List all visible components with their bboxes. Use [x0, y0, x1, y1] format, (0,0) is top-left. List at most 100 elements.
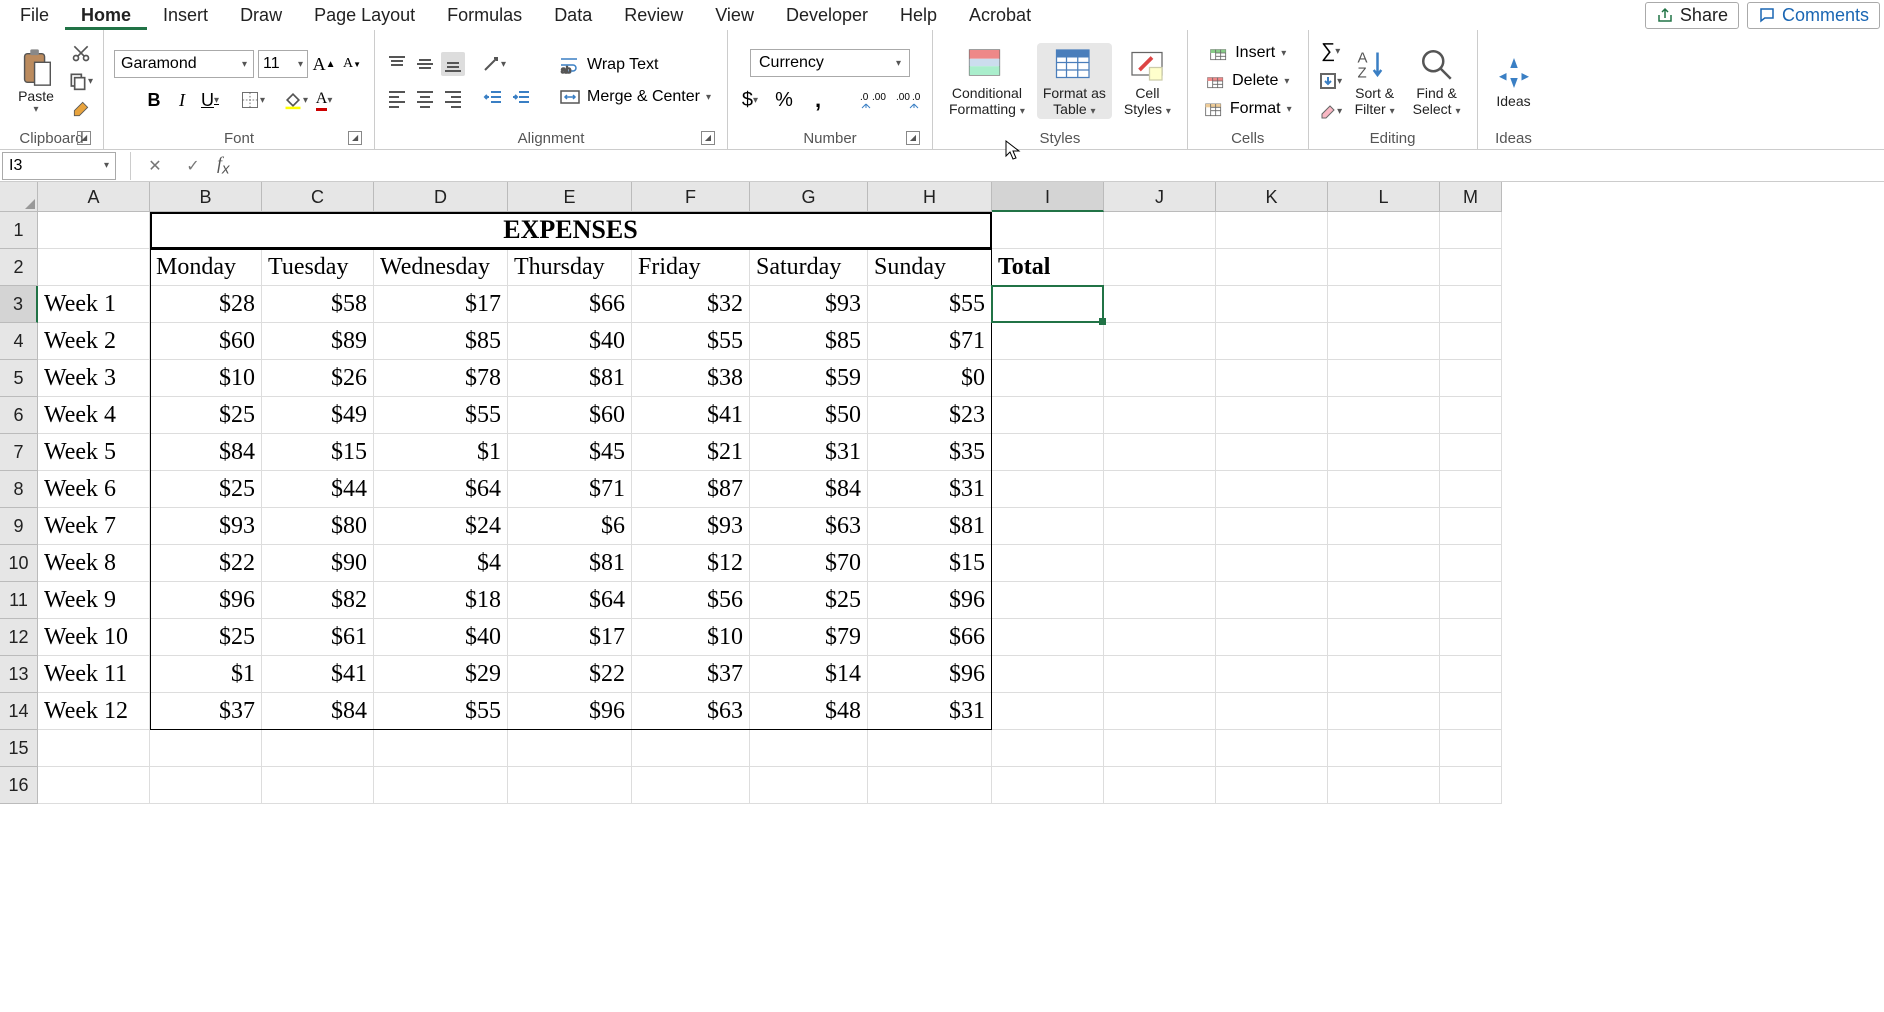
cell-E9[interactable]: $6	[508, 508, 632, 545]
cell-K3[interactable]	[1216, 286, 1328, 323]
menu-insert[interactable]: Insert	[147, 0, 224, 30]
name-box[interactable]: I3▾	[2, 152, 116, 180]
cell-L14[interactable]	[1328, 693, 1440, 730]
cell-M13[interactable]	[1440, 656, 1502, 693]
autosum-button[interactable]: ∑▾	[1319, 39, 1343, 63]
paste-button[interactable]: Paste ▾	[10, 46, 62, 117]
cell-F4[interactable]: $55	[632, 323, 750, 360]
col-header-I[interactable]: I	[992, 182, 1104, 212]
row-header-2[interactable]: 2	[0, 249, 38, 286]
cell-J16[interactable]	[1104, 767, 1216, 804]
menu-formulas[interactable]: Formulas	[431, 0, 538, 30]
cell-M8[interactable]	[1440, 471, 1502, 508]
cell-L12[interactable]	[1328, 619, 1440, 656]
cell-H11[interactable]: $96	[868, 582, 992, 619]
cell-M12[interactable]	[1440, 619, 1502, 656]
merge-center-button[interactable]: Merge & Center ▾	[553, 85, 717, 109]
cell-G11[interactable]: $25	[750, 582, 868, 619]
cell-E11[interactable]: $64	[508, 582, 632, 619]
cell-G10[interactable]: $70	[750, 545, 868, 582]
cell-A9[interactable]: Week 7	[38, 508, 150, 545]
cell-B8[interactable]: $25	[150, 471, 262, 508]
cell-A5[interactable]: Week 3	[38, 360, 150, 397]
cell-K13[interactable]	[1216, 656, 1328, 693]
cell-F13[interactable]: $37	[632, 656, 750, 693]
insert-cells-button[interactable]: Insert ▾	[1203, 42, 1292, 64]
cell-C13[interactable]: $41	[262, 656, 374, 693]
cell-L1[interactable]	[1328, 212, 1440, 249]
cell-E12[interactable]: $17	[508, 619, 632, 656]
cell-I11[interactable]	[992, 582, 1104, 619]
cell-I15[interactable]	[992, 730, 1104, 767]
wrap-text-button[interactable]: ab Wrap Text	[553, 53, 717, 77]
cell-K5[interactable]	[1216, 360, 1328, 397]
cell-C10[interactable]: $90	[262, 545, 374, 582]
cell-E4[interactable]: $40	[508, 323, 632, 360]
cell-A4[interactable]: Week 2	[38, 323, 150, 360]
row-header-3[interactable]: 3	[0, 286, 38, 323]
ideas-button[interactable]: Ideas	[1488, 51, 1540, 111]
cell-L3[interactable]	[1328, 286, 1440, 323]
align-left-button[interactable]	[385, 86, 409, 110]
cell-C2[interactable]: Tuesday	[262, 249, 374, 286]
cell-H9[interactable]: $81	[868, 508, 992, 545]
cell-K14[interactable]	[1216, 693, 1328, 730]
col-header-M[interactable]: M	[1440, 182, 1502, 212]
cell-I9[interactable]	[992, 508, 1104, 545]
cell-I16[interactable]	[992, 767, 1104, 804]
find-select-button[interactable]: Find & Select ▾	[1407, 43, 1467, 119]
cell-H16[interactable]	[868, 767, 992, 804]
cell-L9[interactable]	[1328, 508, 1440, 545]
cell-I8[interactable]	[992, 471, 1104, 508]
cell-I2[interactable]: Total	[992, 249, 1104, 286]
comma-format-button[interactable]: ,	[806, 87, 830, 113]
cell-G5[interactable]: $59	[750, 360, 868, 397]
cell-B13[interactable]: $1	[150, 656, 262, 693]
cell-L2[interactable]	[1328, 249, 1440, 286]
cell-B10[interactable]: $22	[150, 545, 262, 582]
cell-E14[interactable]: $96	[508, 693, 632, 730]
percent-format-button[interactable]: %	[772, 88, 796, 112]
cell-K2[interactable]	[1216, 249, 1328, 286]
cell-J3[interactable]	[1104, 286, 1216, 323]
cell-H13[interactable]: $96	[868, 656, 992, 693]
menu-home[interactable]: Home	[65, 0, 147, 30]
decrease-indent-button[interactable]	[481, 86, 505, 110]
col-header-D[interactable]: D	[374, 182, 508, 212]
cell-A3[interactable]: Week 1	[38, 286, 150, 323]
cell-C5[interactable]: $26	[262, 360, 374, 397]
cell-I7[interactable]	[992, 434, 1104, 471]
cell-K7[interactable]	[1216, 434, 1328, 471]
cell-M11[interactable]	[1440, 582, 1502, 619]
cell-styles-button[interactable]: Cell Styles ▾	[1118, 43, 1177, 119]
cell-K4[interactable]	[1216, 323, 1328, 360]
cell-F16[interactable]	[632, 767, 750, 804]
col-header-E[interactable]: E	[508, 182, 632, 212]
number-dialog-launcher[interactable]: ◢	[906, 131, 920, 145]
cell-G8[interactable]: $84	[750, 471, 868, 508]
cell-F11[interactable]: $56	[632, 582, 750, 619]
cell-M3[interactable]	[1440, 286, 1502, 323]
row-header-7[interactable]: 7	[0, 434, 38, 471]
cell-H12[interactable]: $66	[868, 619, 992, 656]
cell-A1[interactable]	[38, 212, 150, 249]
col-header-K[interactable]: K	[1216, 182, 1328, 212]
borders-button[interactable]: ▾	[240, 88, 265, 112]
cell-K16[interactable]	[1216, 767, 1328, 804]
row-header-10[interactable]: 10	[0, 545, 38, 582]
conditional-formatting-button[interactable]: Conditional Formatting ▾	[943, 43, 1031, 119]
cell-H6[interactable]: $23	[868, 397, 992, 434]
cell-M16[interactable]	[1440, 767, 1502, 804]
fill-color-button[interactable]: ▾	[283, 88, 308, 112]
cell-L4[interactable]	[1328, 323, 1440, 360]
cell-J7[interactable]	[1104, 434, 1216, 471]
cell-D11[interactable]: $18	[374, 582, 508, 619]
accounting-format-button[interactable]: $▾	[738, 88, 762, 112]
menu-data[interactable]: Data	[538, 0, 608, 30]
cell-D2[interactable]: Wednesday	[374, 249, 508, 286]
cell-E16[interactable]	[508, 767, 632, 804]
row-header-8[interactable]: 8	[0, 471, 38, 508]
cell-D7[interactable]: $1	[374, 434, 508, 471]
cell-C14[interactable]: $84	[262, 693, 374, 730]
cell-H2[interactable]: Sunday	[868, 249, 992, 286]
